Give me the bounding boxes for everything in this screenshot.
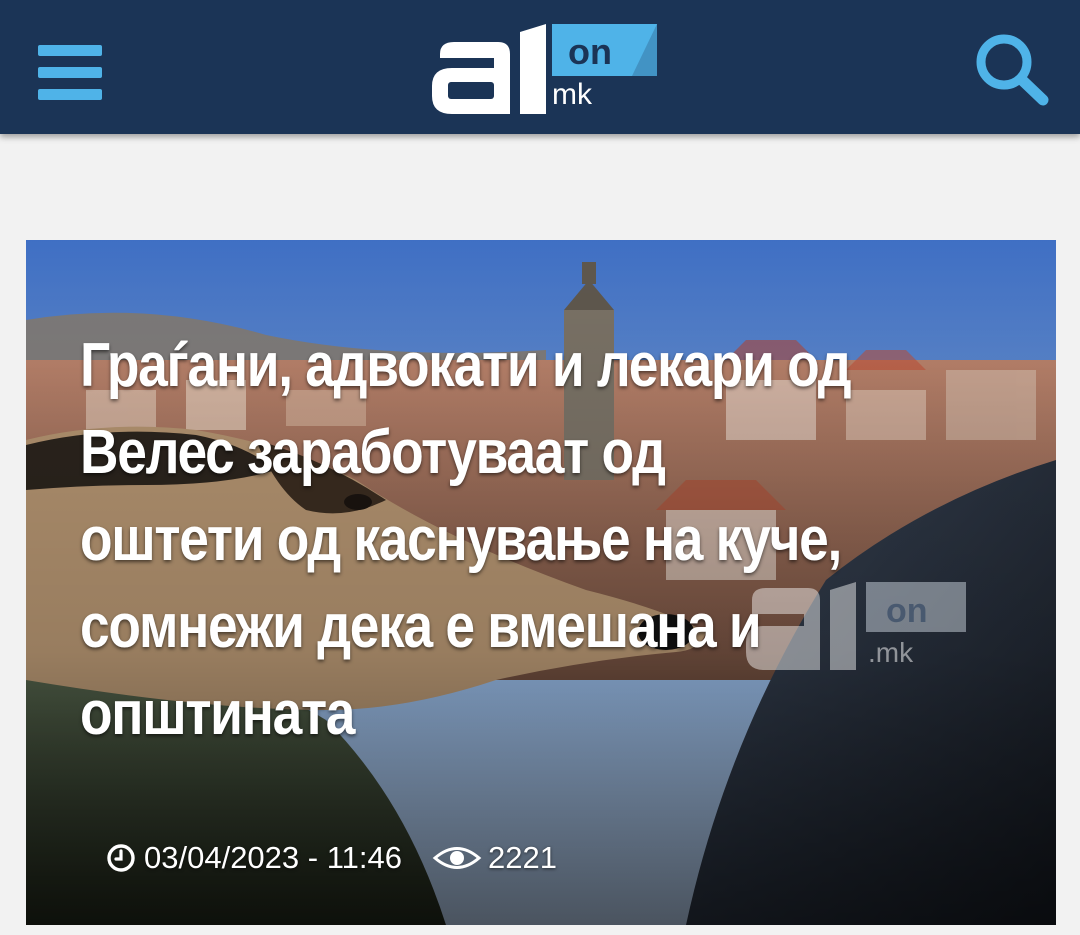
svg-text:mk: mk bbox=[552, 78, 593, 111]
article-meta: 03/04/2023 - 11:46 2221 bbox=[106, 838, 557, 878]
watermark-badge: on bbox=[886, 592, 928, 630]
magnifier-search-icon bbox=[976, 34, 1049, 106]
search-button[interactable] bbox=[972, 30, 1052, 106]
svg-text:on: on bbox=[568, 31, 612, 72]
watermark-domain: .mk bbox=[868, 637, 914, 668]
article-headline[interactable]: Граѓани, адвокати и лекари од Велес зара… bbox=[80, 322, 854, 757]
clock-icon bbox=[107, 844, 135, 872]
top-navigation-bar: on mk bbox=[0, 0, 1080, 134]
hamburger-menu-icon bbox=[38, 45, 102, 56]
article-views: 2221 bbox=[487, 840, 557, 875]
menu-button[interactable] bbox=[38, 45, 102, 101]
page-spacer bbox=[0, 134, 1080, 240]
featured-article-card[interactable]: on .mk Граѓани, адвокати и лекари од Вел… bbox=[26, 240, 1056, 925]
a1on-logo-icon: on mk bbox=[432, 24, 657, 114]
article-date: 03/04/2023 - 11:46 bbox=[144, 840, 402, 875]
eye-icon bbox=[432, 847, 482, 869]
site-logo[interactable]: on mk bbox=[428, 16, 660, 120]
page-bottom bbox=[0, 925, 1080, 935]
